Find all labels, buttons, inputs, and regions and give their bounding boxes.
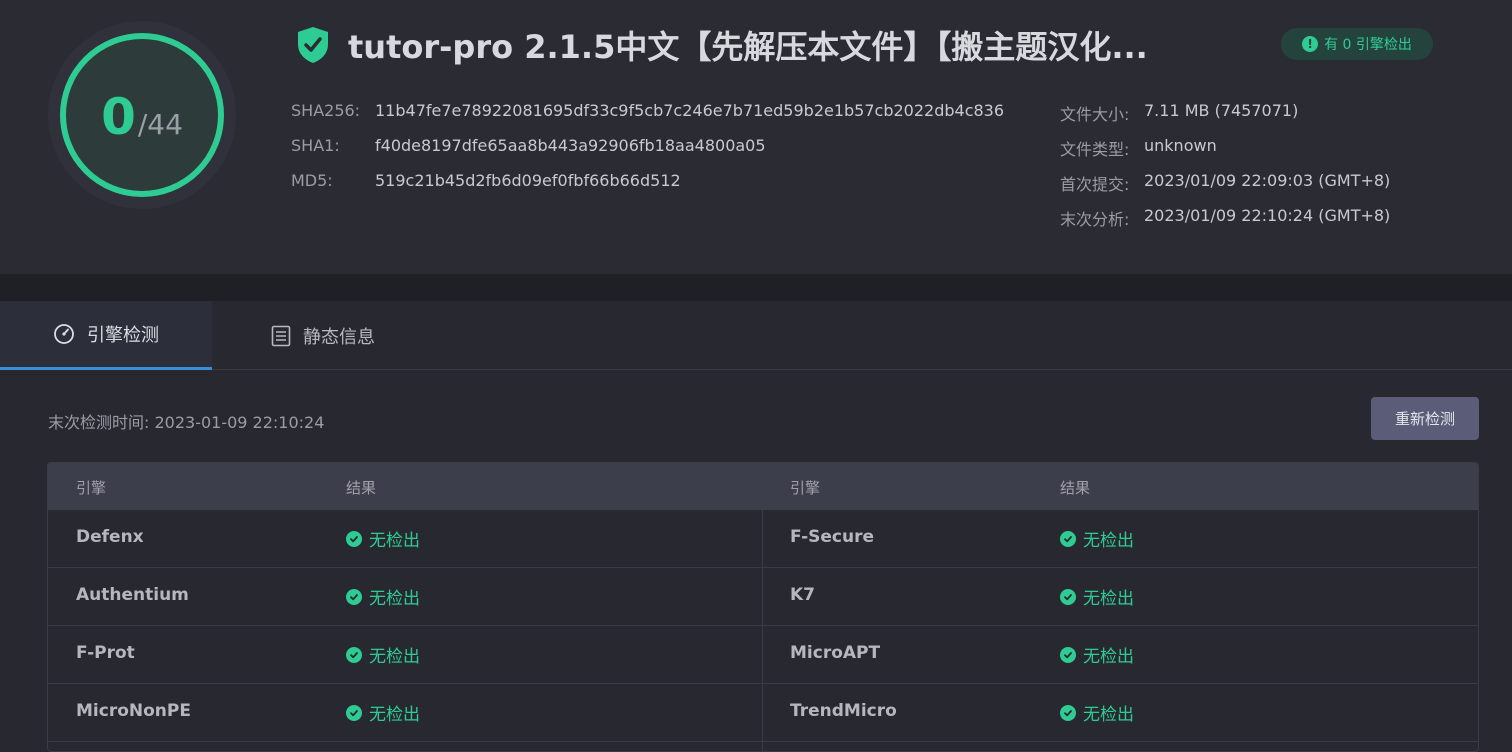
engine-total: /44 [137,108,183,141]
list-icon [271,325,291,346]
result-cell: 无检出 [346,700,420,725]
tab-label: 引擎检测 [87,325,159,346]
result-cell: 无检出 [1060,584,1134,609]
hash-sha256: SHA256: 11b47fe7e78922081695df33c9f5cb7c… [291,101,1004,120]
result-text: 无检出 [1083,705,1134,725]
table-row: Authentium 无检出 K7 无检出 [48,568,1478,626]
section-divider [0,274,1512,301]
table-row: F-Prot 无检出 MicroAPT 无检出 [48,626,1478,684]
alert-icon: ! [1302,36,1319,52]
result-cell: 无检出 [346,642,420,667]
check-circle-icon [346,646,362,663]
engine-name: MicroAPT [790,643,881,663]
column-header-engine: 引擎 [76,479,107,497]
result-cell: 无检出 [1060,642,1134,667]
check-circle-icon [346,530,362,547]
engine-results-table: 引擎 结果 引擎 结果 Defenx 无检出 F-Secure 无检出 Auth… [47,462,1479,752]
check-circle-icon [1060,704,1076,721]
check-circle-icon [1060,530,1076,547]
detection-status-badge: ! 有 0 引擎检出 [1281,28,1433,60]
engine-name: Defenx [76,527,144,547]
meta-value: 2023/01/09 22:09:03 (GMT+8) [1144,171,1391,190]
result-text: 无检出 [369,647,420,667]
engine-name: F-Prot [76,643,135,663]
column-header-engine: 引擎 [790,479,821,497]
column-header-result: 结果 [1060,479,1091,497]
result-text: 无检出 [369,531,420,551]
recheck-button[interactable]: 重新检测 [1371,397,1479,440]
gauge-icon [54,324,74,344]
meta-value: 7.11 MB (7457071) [1144,101,1299,120]
result-text: 无检出 [1083,589,1134,609]
table-row: MicroNonPE 无检出 TrendMicro 无检出 [48,684,1478,742]
meta-first-submit: 首次提交: 2023/01/09 22:09:03 (GMT+8) [1060,171,1390,195]
meta-value: 2023/01/09 22:10:24 (GMT+8) [1144,206,1391,225]
hash-label: SHA256: [291,101,361,120]
hash-label: SHA1: [291,136,340,155]
meta-value: unknown [1144,136,1217,155]
tab-bar: 引擎检测 静态信息 [0,301,1512,370]
hash-sha1: SHA1: f40de8197dfe65aa8b443a92906fb18aa4… [291,136,766,155]
result-text: 无检出 [369,589,420,609]
meta-last-analysis: 末次分析: 2023/01/09 22:10:24 (GMT+8) [1060,206,1390,230]
hash-md5: MD5: 519c21b45d2fb6d09ef0fbf66b66d512 [291,171,681,190]
detected-count: 0 [101,88,136,146]
engine-name: MicroNonPE [76,701,191,721]
result-text: 无检出 [369,705,420,725]
score-text: 0 /44 [101,88,183,146]
meta-label: 文件大小: [1060,105,1130,124]
table-row: Defenx 无检出 F-Secure 无检出 [48,510,1478,568]
tab-static-info[interactable]: 静态信息 [212,301,434,370]
meta-label: 文件类型: [1060,140,1130,159]
table-header: 引擎 结果 引擎 结果 [48,463,1478,510]
tab-label: 静态信息 [303,326,375,348]
result-cell: 无检出 [1060,700,1134,725]
result-text: 无检出 [1083,531,1134,551]
badge-text: 有 0 引擎检出 [1324,37,1412,53]
column-header-result: 结果 [346,479,377,497]
engine-name: Authentium [76,585,189,605]
result-text: 无检出 [1083,647,1134,667]
file-summary-header: 0 /44 tutor-pro 2.1.5中文【先解压本文件】【搬主题汉化...… [0,0,1512,274]
shield-check-icon [298,27,328,63]
score-ring: 0 /44 [60,33,224,197]
hash-value: f40de8197dfe65aa8b443a92906fb18aa4800a05 [375,136,766,155]
check-circle-icon [346,588,362,605]
engine-name: K7 [790,585,816,605]
check-circle-icon [1060,646,1076,663]
result-cell: 无检出 [346,526,420,551]
tab-engine-detection[interactable]: 引擎检测 [0,301,212,370]
meta-label: 末次分析: [1060,210,1130,229]
meta-file-size: 文件大小: 7.11 MB (7457071) [1060,101,1298,125]
title-row: tutor-pro 2.1.5中文【先解压本文件】【搬主题汉化... [296,22,1218,68]
hash-value: 11b47fe7e78922081695df33c9f5cb7c246e7b71… [375,101,1005,120]
last-check-time: 末次检测时间: 2023-01-09 22:10:24 [48,413,325,432]
hash-label: MD5: [291,171,333,190]
meta-label: 首次提交: [1060,175,1130,194]
detection-score-gauge: 0 /44 [48,21,236,209]
engine-name: TrendMicro [790,701,897,721]
check-circle-icon [1060,588,1076,605]
meta-file-type: 文件类型: unknown [1060,136,1217,160]
check-circle-icon [346,704,362,721]
engine-name: F-Secure [790,527,875,547]
result-cell: 无检出 [1060,526,1134,551]
result-cell: 无检出 [346,584,420,609]
hash-value: 519c21b45d2fb6d09ef0fbf66b66d512 [375,171,681,190]
file-title: tutor-pro 2.1.5中文【先解压本文件】【搬主题汉化... [348,28,1148,66]
